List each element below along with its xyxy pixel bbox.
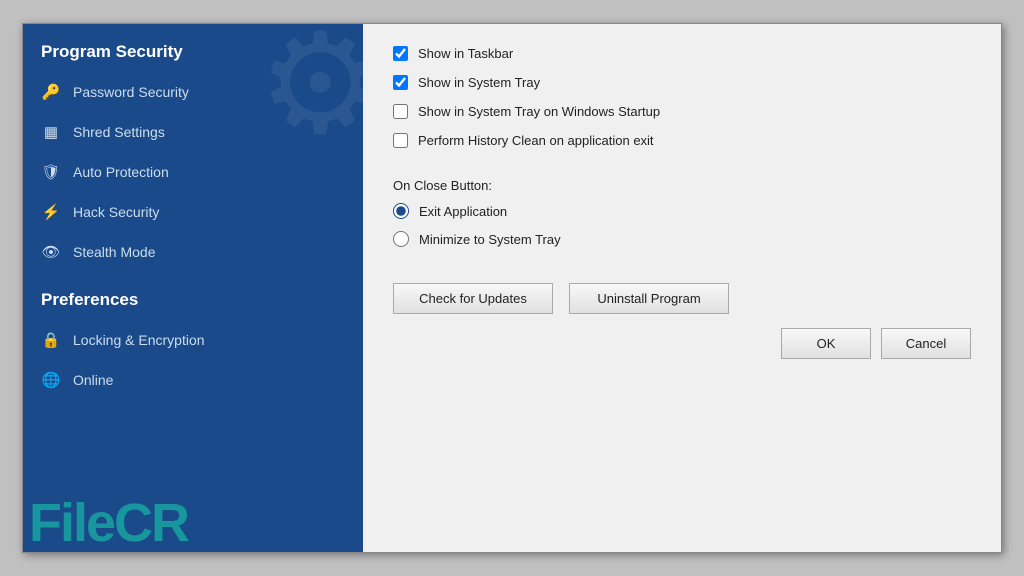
- sidebar-item-locking-label: Locking & Encryption: [73, 332, 205, 348]
- buttons-row-bottom: OK Cancel: [393, 328, 971, 359]
- radio-minimize-systray: Minimize to System Tray: [393, 231, 971, 247]
- radio-exit-app: Exit Application: [393, 203, 971, 219]
- sidebar-item-auto-protection[interactable]: 🛡 Auto Protection: [23, 152, 363, 192]
- minimize-systray-label[interactable]: Minimize to System Tray: [419, 232, 561, 247]
- checkbox-history-clean: Perform History Clean on application exi…: [393, 133, 971, 148]
- sidebar-item-stealth-mode-label: Stealth Mode: [73, 244, 156, 260]
- hack-icon: ⚡: [41, 202, 61, 222]
- show-taskbar-label[interactable]: Show in Taskbar: [418, 46, 513, 61]
- sidebar-item-stealth-mode[interactable]: 👁 Stealth Mode: [23, 232, 363, 272]
- checkbox-show-systray: Show in System Tray: [393, 75, 971, 90]
- sidebar-item-online-label: Online: [73, 372, 113, 388]
- sidebar-section-1-title: Program Security: [23, 24, 363, 72]
- sidebar-item-password-security[interactable]: 🔑 Password Security: [23, 72, 363, 112]
- key-icon: 🔑: [41, 82, 61, 102]
- sidebar-item-shred-settings[interactable]: ▦ Shred Settings: [23, 112, 363, 152]
- history-clean-label[interactable]: Perform History Clean on application exi…: [418, 133, 654, 148]
- sidebar-item-hack-security[interactable]: ⚡ Hack Security: [23, 192, 363, 232]
- sidebar-item-online[interactable]: 🌐 Online: [23, 360, 363, 400]
- on-close-label: On Close Button:: [393, 178, 971, 193]
- main-content: Show in Taskbar Show in System Tray Show…: [363, 24, 1001, 552]
- cancel-button[interactable]: Cancel: [881, 328, 971, 359]
- show-systray-startup-checkbox[interactable]: [393, 104, 408, 119]
- online-icon: 🌐: [41, 370, 61, 390]
- history-clean-checkbox[interactable]: [393, 133, 408, 148]
- sidebar-section-2-title: Preferences: [23, 272, 363, 320]
- eye-icon: 👁: [41, 242, 61, 262]
- sidebar-item-shred-settings-label: Shred Settings: [73, 124, 165, 140]
- uninstall-button[interactable]: Uninstall Program: [569, 283, 729, 314]
- sidebar-item-hack-security-label: Hack Security: [73, 204, 159, 220]
- show-systray-checkbox[interactable]: [393, 75, 408, 90]
- sidebar-item-auto-protection-label: Auto Protection: [73, 164, 169, 180]
- sidebar: ⚙ Program Security 🔑 Password Security ▦…: [23, 24, 363, 552]
- exit-app-label[interactable]: Exit Application: [419, 204, 507, 219]
- checkbox-show-taskbar: Show in Taskbar: [393, 46, 971, 61]
- checkbox-show-systray-startup: Show in System Tray on Windows Startup: [393, 104, 971, 119]
- show-systray-label[interactable]: Show in System Tray: [418, 75, 540, 90]
- sidebar-item-password-security-label: Password Security: [73, 84, 189, 100]
- lock-icon: 🔒: [41, 330, 61, 350]
- settings-dialog: ⚙ Program Security 🔑 Password Security ▦…: [22, 23, 1002, 553]
- minimize-systray-radio[interactable]: [393, 231, 409, 247]
- sidebar-item-locking-encryption[interactable]: 🔒 Locking & Encryption: [23, 320, 363, 360]
- show-systray-startup-label[interactable]: Show in System Tray on Windows Startup: [418, 104, 660, 119]
- exit-app-radio[interactable]: [393, 203, 409, 219]
- shield-icon: 🛡: [41, 162, 61, 182]
- check-updates-button[interactable]: Check for Updates: [393, 283, 553, 314]
- show-taskbar-checkbox[interactable]: [393, 46, 408, 61]
- filecr-watermark: FileCR: [23, 494, 194, 552]
- shred-icon: ▦: [41, 122, 61, 142]
- buttons-row-top: Check for Updates Uninstall Program: [393, 283, 971, 314]
- ok-button[interactable]: OK: [781, 328, 871, 359]
